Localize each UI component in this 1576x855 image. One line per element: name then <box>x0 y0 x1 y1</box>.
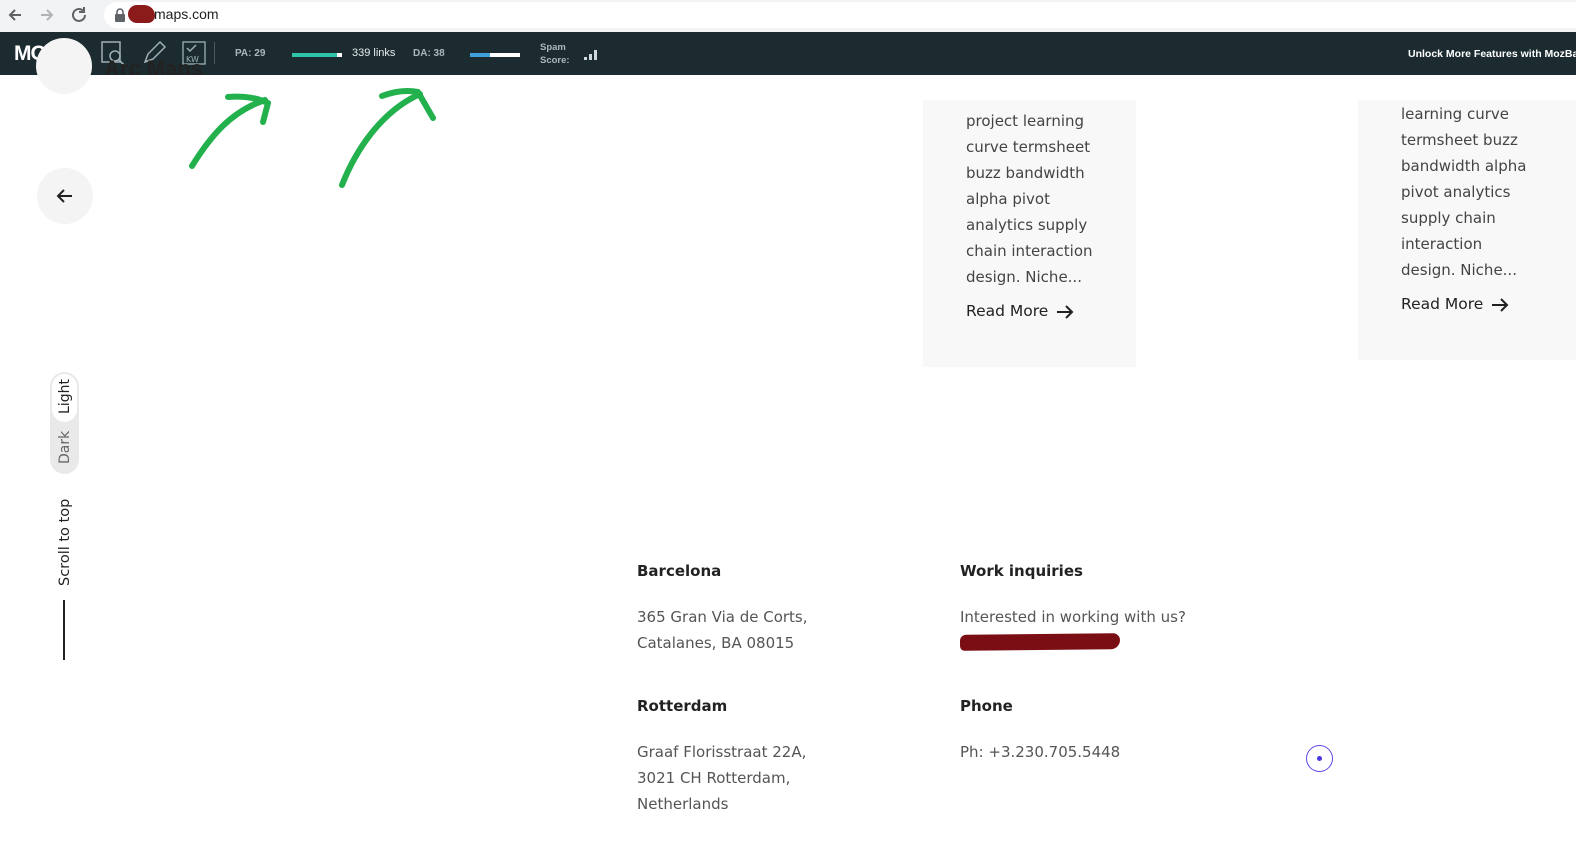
page-heading-partial: Arc Maps <box>104 56 204 75</box>
card-excerpt-line: bandwidth alpha <box>1401 157 1527 175</box>
url-text: maps.com <box>154 6 219 22</box>
pa-bar <box>292 53 342 57</box>
card-excerpt-line: pivot analytics <box>1401 183 1511 201</box>
address-bar[interactable]: maps.com <box>104 2 1576 28</box>
card-excerpt: project learning curve termsheet buzz ba… <box>966 108 1093 290</box>
address-line: Netherlands <box>637 795 729 813</box>
phone-title: Phone <box>960 697 1013 715</box>
arrow-right-icon <box>1492 297 1509 312</box>
card-excerpt-line: alpha pivot <box>966 190 1050 208</box>
card-excerpt-line: project learning <box>966 112 1085 130</box>
address-line: Graaf Florisstraat 22A, <box>637 743 807 761</box>
theme-dark-option[interactable]: Dark <box>57 431 73 464</box>
card-excerpt-line: analytics supply <box>966 216 1088 234</box>
rotterdam-title: Rotterdam <box>637 697 728 715</box>
card-excerpt-line: interaction <box>1401 235 1483 253</box>
work-inquiries-title: Work inquiries <box>960 562 1083 580</box>
barcelona-title: Barcelona <box>637 562 722 580</box>
annotation-arrow-1 <box>189 97 268 169</box>
card-excerpt-line: supply chain <box>1401 209 1496 227</box>
spam-score-label: Spam Score: <box>540 41 570 67</box>
address-line: 365 Gran Via de Corts, <box>637 608 808 626</box>
reload-icon[interactable] <box>68 4 90 26</box>
arrow-right-icon <box>1057 304 1074 319</box>
da-bar-fill <box>470 53 490 57</box>
read-more-link[interactable]: Read More <box>966 302 1074 320</box>
back-arrow-button[interactable] <box>37 168 93 224</box>
barcelona-address: 365 Gran Via de Corts, Catalanes, BA 080… <box>637 604 808 656</box>
browser-toolbar: maps.com <box>0 0 1576 32</box>
card-excerpt-line: curve termsheet <box>966 138 1091 156</box>
spam-score-bars-icon <box>584 50 597 60</box>
pa-bar-fill <box>292 53 337 57</box>
card-excerpt-line: design. Niche... <box>1401 261 1517 279</box>
mozbar: MOZ KW PA: 29 339 links DA: 38 Spam Scor… <box>0 32 1576 75</box>
card-excerpt-line: learning curve <box>1401 105 1509 123</box>
card-excerpt: learning curve termsheet buzz bandwidth … <box>1401 101 1526 283</box>
arrow-left-icon <box>56 189 72 203</box>
address-line: Catalanes, BA 08015 <box>637 634 795 652</box>
pa-score: PA: 29 <box>235 48 266 59</box>
lock-icon <box>115 8 125 22</box>
chat-dot-icon <box>1316 755 1322 761</box>
card-excerpt-line: chain interaction <box>966 242 1093 260</box>
links-count[interactable]: 339 links <box>352 47 395 59</box>
read-more-label: Read More <box>966 302 1049 320</box>
da-score: DA: 38 <box>413 48 445 59</box>
read-more-label: Read More <box>1401 295 1484 313</box>
card-excerpt-line: termsheet buzz <box>1401 131 1518 149</box>
top-round-button[interactable] <box>36 38 92 94</box>
theme-light-option[interactable]: Light <box>57 379 73 414</box>
card-excerpt-line: design. Niche... <box>966 268 1082 286</box>
unlock-features-link[interactable]: Unlock More Features with MozBar <box>1408 48 1576 60</box>
url-redaction <box>128 5 155 23</box>
back-icon[interactable] <box>4 4 26 26</box>
annotation-arrows <box>189 88 436 188</box>
scroll-indicator-line <box>63 600 65 660</box>
chat-widget-button[interactable] <box>1306 745 1333 772</box>
address-line: 3021 CH Rotterdam, <box>637 769 791 787</box>
rotterdam-address: Graaf Florisstraat 22A, 3021 CH Rotterda… <box>637 739 806 817</box>
da-bar <box>470 53 520 57</box>
scroll-to-top-link[interactable]: Scroll to top <box>57 499 73 586</box>
phone-number[interactable]: Ph: +3.230.705.5448 <box>960 739 1120 765</box>
forward-icon[interactable] <box>36 4 58 26</box>
annotation-arrow-2 <box>339 91 423 188</box>
spam-label-line1: Spam <box>540 42 566 53</box>
card-excerpt-line: buzz bandwidth <box>966 164 1085 182</box>
email-redaction <box>959 633 1121 651</box>
toolbar-divider <box>214 42 215 64</box>
spam-label-line2: Score: <box>540 55 570 66</box>
read-more-link[interactable]: Read More <box>1401 295 1509 313</box>
work-inquiries-text: Interested in working with us? <box>960 608 1186 626</box>
